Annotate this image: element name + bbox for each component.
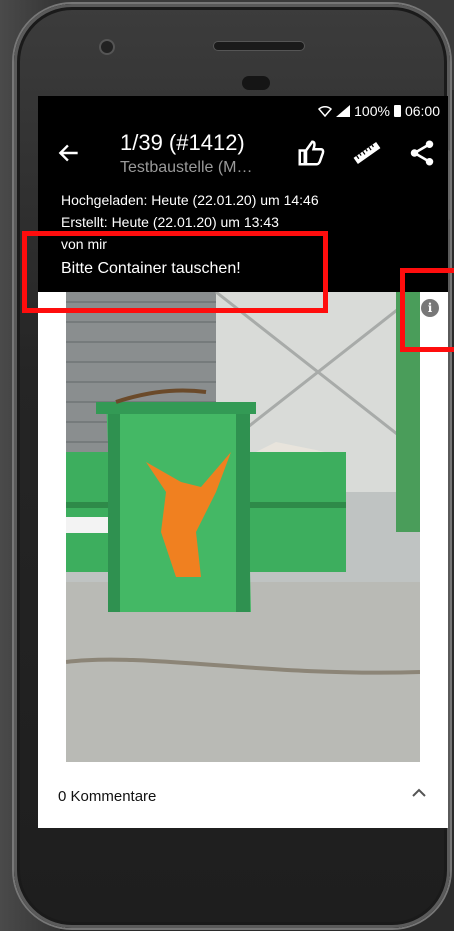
comments-count: 0 Kommentare xyxy=(58,788,157,805)
front-camera xyxy=(101,41,113,53)
uploaded-text: Hochgeladen: Heute (22.01.20) um 14:46 xyxy=(61,192,319,208)
signal-icon xyxy=(336,105,351,117)
proximity-sensor xyxy=(242,76,270,90)
battery-icon xyxy=(393,105,401,117)
photo-area xyxy=(38,292,448,762)
highlight-caption-box xyxy=(22,231,328,313)
thumbs-up-icon[interactable] xyxy=(296,138,326,168)
photo-counter-title: 1/39 (#1412) xyxy=(120,130,245,155)
clock: 06:00 xyxy=(404,103,440,119)
comments-bar[interactable]: 0 Kommentare xyxy=(38,762,448,828)
back-arrow-icon[interactable] xyxy=(56,140,82,166)
ruler-icon[interactable] xyxy=(352,138,382,168)
phone-screen: 100% 06:00 1/39 (#1412) Testbaustelle (M… xyxy=(38,96,448,828)
app-bar: 1/39 (#1412) Testbaustelle (M… xyxy=(38,126,448,186)
wifi-icon xyxy=(318,105,333,117)
created-text: Erstellt: Heute (22.01.20) um 13:43 xyxy=(61,214,279,230)
share-icon[interactable] xyxy=(407,138,437,168)
status-bar: 100% 06:00 xyxy=(318,102,440,120)
battery-percent: 100% xyxy=(354,103,390,119)
project-subtitle: Testbaustelle (M… xyxy=(120,159,253,176)
highlight-info-box xyxy=(400,268,454,352)
container-photo[interactable] xyxy=(66,292,420,762)
earpiece-speaker xyxy=(214,42,304,50)
chevron-up-icon[interactable] xyxy=(410,784,428,802)
